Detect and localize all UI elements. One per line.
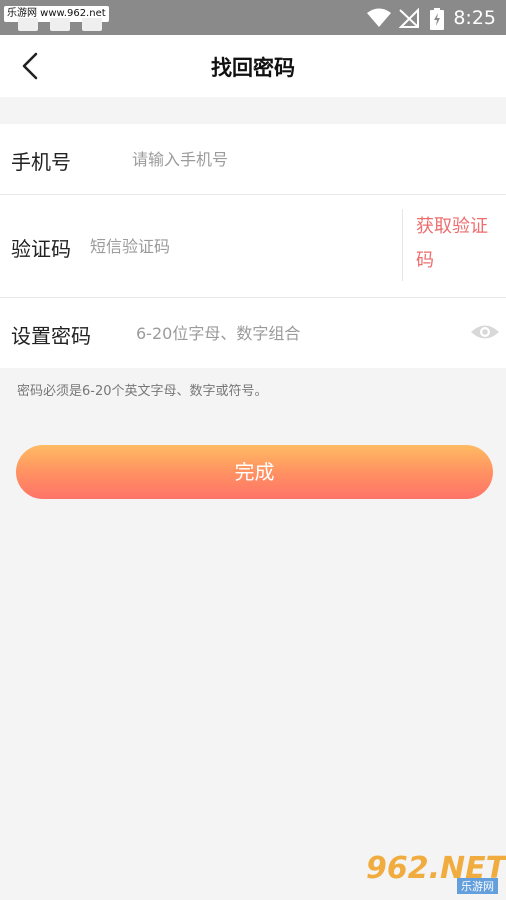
notification-icon [50, 18, 70, 31]
eye-icon[interactable] [470, 322, 500, 342]
nav-bar: 找回密码 [0, 35, 506, 97]
notification-icon [82, 18, 102, 31]
wifi-icon [367, 8, 391, 27]
code-input[interactable] [90, 234, 390, 258]
code-label: 验证码 [11, 237, 71, 261]
status-time: 8:25 [453, 7, 496, 29]
battery-charging-icon [430, 8, 444, 30]
submit-button[interactable]: 完成 [16, 445, 493, 499]
password-hint: 密码必须是6-20个英文字母、数字或符号。 [17, 384, 268, 399]
reset-form: 手机号 验证码 获取验证码 设置密码 [0, 124, 506, 368]
get-code-button[interactable]: 获取验证码 [416, 210, 496, 278]
no-signal-icon [398, 8, 419, 28]
phone-input[interactable] [132, 147, 482, 171]
divider [402, 209, 403, 281]
phone-row: 手机号 [0, 124, 506, 195]
password-row: 设置密码 [0, 298, 506, 368]
status-bar: 乐游网 www.962.net 8:25 [0, 0, 506, 35]
notification-icon [18, 18, 38, 31]
phone-label: 手机号 [11, 150, 71, 174]
watermark-logo-text: 962.NET [366, 851, 506, 886]
password-label: 设置密码 [11, 324, 91, 348]
page-title: 找回密码 [211, 56, 295, 80]
password-input[interactable] [136, 321, 456, 345]
code-row: 验证码 获取验证码 [0, 195, 506, 298]
watermark-logo: 962.NET 乐游网 [366, 854, 506, 894]
